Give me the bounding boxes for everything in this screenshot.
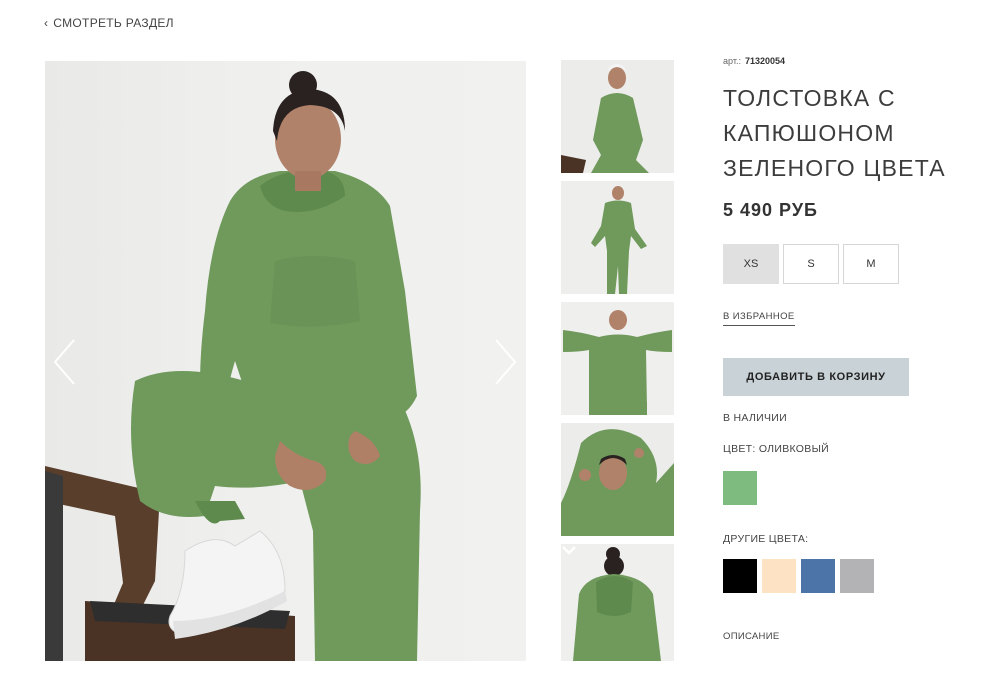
size-option-s[interactable]: S [783,244,839,284]
product-title-line: ТОЛСТОВКА С [723,85,896,111]
current-color-swatch[interactable] [723,471,757,505]
chevron-left-icon [53,339,75,385]
size-selector: XS S M [723,244,983,284]
stock-status: В НАЛИЧИИ [723,412,787,424]
add-to-cart-button[interactable]: ДОБАВИТЬ В КОРЗИНУ [723,358,909,396]
product-title: ТОЛСТОВКА С КАПЮШОНОМ ЗЕЛЕНОГО ЦВЕТА [723,81,983,186]
size-option-m[interactable]: M [843,244,899,284]
product-info-panel: арт.: 71320054 ТОЛСТОВКА С КАПЮШОНОМ ЗЕЛЕ… [723,56,983,642]
gallery-prev-arrow[interactable] [52,338,78,386]
sku-label: арт.: [723,56,741,66]
other-colors-list [723,559,983,593]
sku-value: 71320054 [744,56,785,66]
chevron-down-icon[interactable] [561,544,577,556]
product-title-line: ЗЕЛЕНОГО ЦВЕТА [723,155,946,181]
color-label: ЦВЕТ: ОЛИВКОВЫЙ [723,443,830,455]
chevron-right-icon [495,339,517,385]
sku-line: арт.: 71320054 [723,56,983,66]
thumbnail-1[interactable] [561,60,674,173]
product-title-line: КАПЮШОНОМ [723,120,895,146]
thumbnail-4[interactable] [561,423,674,536]
gallery-next-arrow[interactable] [492,338,518,386]
color-swatch-black[interactable] [723,559,757,593]
product-price: 5 490 РУБ [723,200,818,220]
description-toggle[interactable]: ОПИСАНИЕ [723,631,983,642]
other-colors-label: ДРУГИЕ ЦВЕТА: [723,533,809,545]
thumbnail-2[interactable] [561,181,674,294]
add-to-favorites-link[interactable]: В ИЗБРАННОЕ [723,311,795,326]
thumbnail-3[interactable] [561,302,674,415]
thumbnail-5[interactable] [561,544,674,661]
back-link-label: СМОТРЕТЬ РАЗДЕЛ [53,16,174,30]
color-swatch-beige[interactable] [762,559,796,593]
chevron-left-icon: ‹ [44,16,49,30]
back-to-section-link[interactable]: ‹ СМОТРЕТЬ РАЗДЕЛ [44,16,174,30]
size-option-xs[interactable]: XS [723,244,779,284]
color-swatch-grey[interactable] [840,559,874,593]
main-product-image [45,61,526,661]
color-swatch-blue[interactable] [801,559,835,593]
